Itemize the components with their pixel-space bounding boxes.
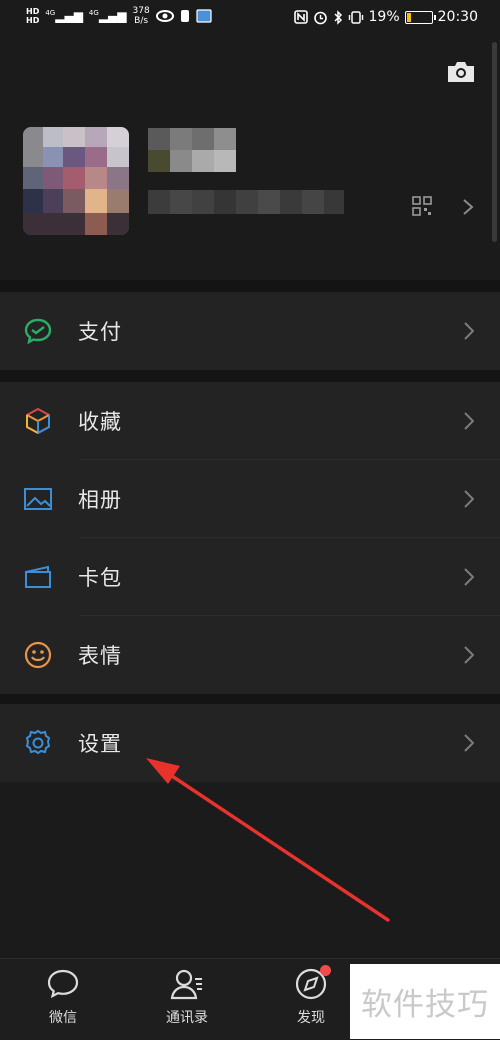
menu-label-sticker: 表情: [78, 644, 122, 668]
notification-badge: [320, 965, 331, 976]
tab-chats[interactable]: 微信: [18, 967, 108, 1037]
network-speed: 378 B/s: [133, 6, 150, 26]
menu-item-settings[interactable]: 设置: [0, 704, 500, 782]
eye-icon: [155, 10, 174, 22]
speed-value: 378: [132, 6, 150, 16]
tab-label-chats: 微信: [49, 1010, 77, 1026]
cube-icon: [22, 405, 54, 437]
menu-label-album: 相册: [78, 488, 122, 512]
clock-time: 20:30: [437, 9, 478, 25]
hd-badges: HD HD: [26, 7, 39, 25]
qr-code-icon[interactable]: [412, 196, 432, 216]
wallet-icon: [22, 561, 54, 593]
signal-icon-1: 4G▂▄▆: [45, 9, 83, 23]
menu-label-settings: 设置: [78, 732, 122, 756]
watermark: 软件技巧: [350, 964, 500, 1039]
wechat-id-blurred: [148, 190, 344, 214]
compass-icon: [294, 965, 331, 1001]
tab-discover[interactable]: 发现: [266, 965, 356, 1037]
menu-label-favorites: 收藏: [78, 410, 122, 434]
nfc-icon: [293, 10, 308, 24]
group-gap: [0, 694, 500, 704]
menu-item-pay[interactable]: 支付: [0, 292, 500, 370]
signal-icon-2: 4G▂▄▆: [88, 9, 127, 23]
tab-contacts[interactable]: 通讯录: [142, 967, 232, 1037]
chevron-right-icon: [464, 412, 474, 430]
hd-label-1: HD: [26, 7, 40, 16]
vibrate-icon: [348, 10, 363, 24]
contacts-icon: [170, 969, 202, 1000]
hd-label-2: HD: [26, 16, 40, 25]
alarm-icon: [313, 11, 327, 24]
battery-icon: [404, 10, 436, 24]
camera-icon[interactable]: [446, 60, 476, 84]
menu-item-sticker[interactable]: 表情: [0, 616, 500, 694]
chat-bubble-icon: [47, 969, 79, 999]
gear-icon: [22, 727, 54, 759]
chevron-right-icon: [464, 490, 474, 508]
bluetooth-icon: [333, 9, 342, 25]
scroll-indicator: [492, 42, 497, 242]
pay-icon: [22, 315, 54, 347]
tab-label-discover: 发现: [297, 1010, 325, 1026]
chevron-right-icon[interactable]: [462, 198, 474, 216]
image-notify-icon: [196, 9, 212, 23]
group-gap: [0, 370, 500, 382]
menu-label-pay: 支付: [78, 320, 122, 344]
avatar[interactable]: [23, 127, 129, 235]
menu-label-card: 卡包: [78, 566, 122, 590]
menu-item-favorites[interactable]: 收藏: [0, 382, 500, 460]
speed-unit: B/s: [134, 16, 149, 26]
status-right: 19% 20:30: [293, 9, 478, 25]
status-left: HD HD 4G▂▄▆ 4G▂▄▆ 378 B/s: [26, 6, 212, 26]
chevron-right-icon: [464, 646, 474, 664]
battery-percent: 19%: [368, 9, 400, 25]
chevron-right-icon: [464, 322, 474, 340]
photo-icon: [22, 483, 54, 515]
chevron-right-icon: [464, 568, 474, 586]
empty-area: [0, 782, 500, 958]
smile-icon: [22, 639, 54, 671]
chevron-right-icon: [464, 734, 474, 752]
notification-icon: [180, 10, 189, 22]
menu-item-card[interactable]: 卡包: [0, 538, 500, 616]
nickname-blurred: [148, 128, 236, 172]
status-bar: HD HD 4G▂▄▆ 4G▂▄▆ 378 B/s 19% 20:30: [0, 0, 500, 36]
tab-label-contacts: 通讯录: [166, 1010, 208, 1026]
menu-item-album[interactable]: 相册: [0, 460, 500, 538]
group-gap: [0, 280, 500, 292]
